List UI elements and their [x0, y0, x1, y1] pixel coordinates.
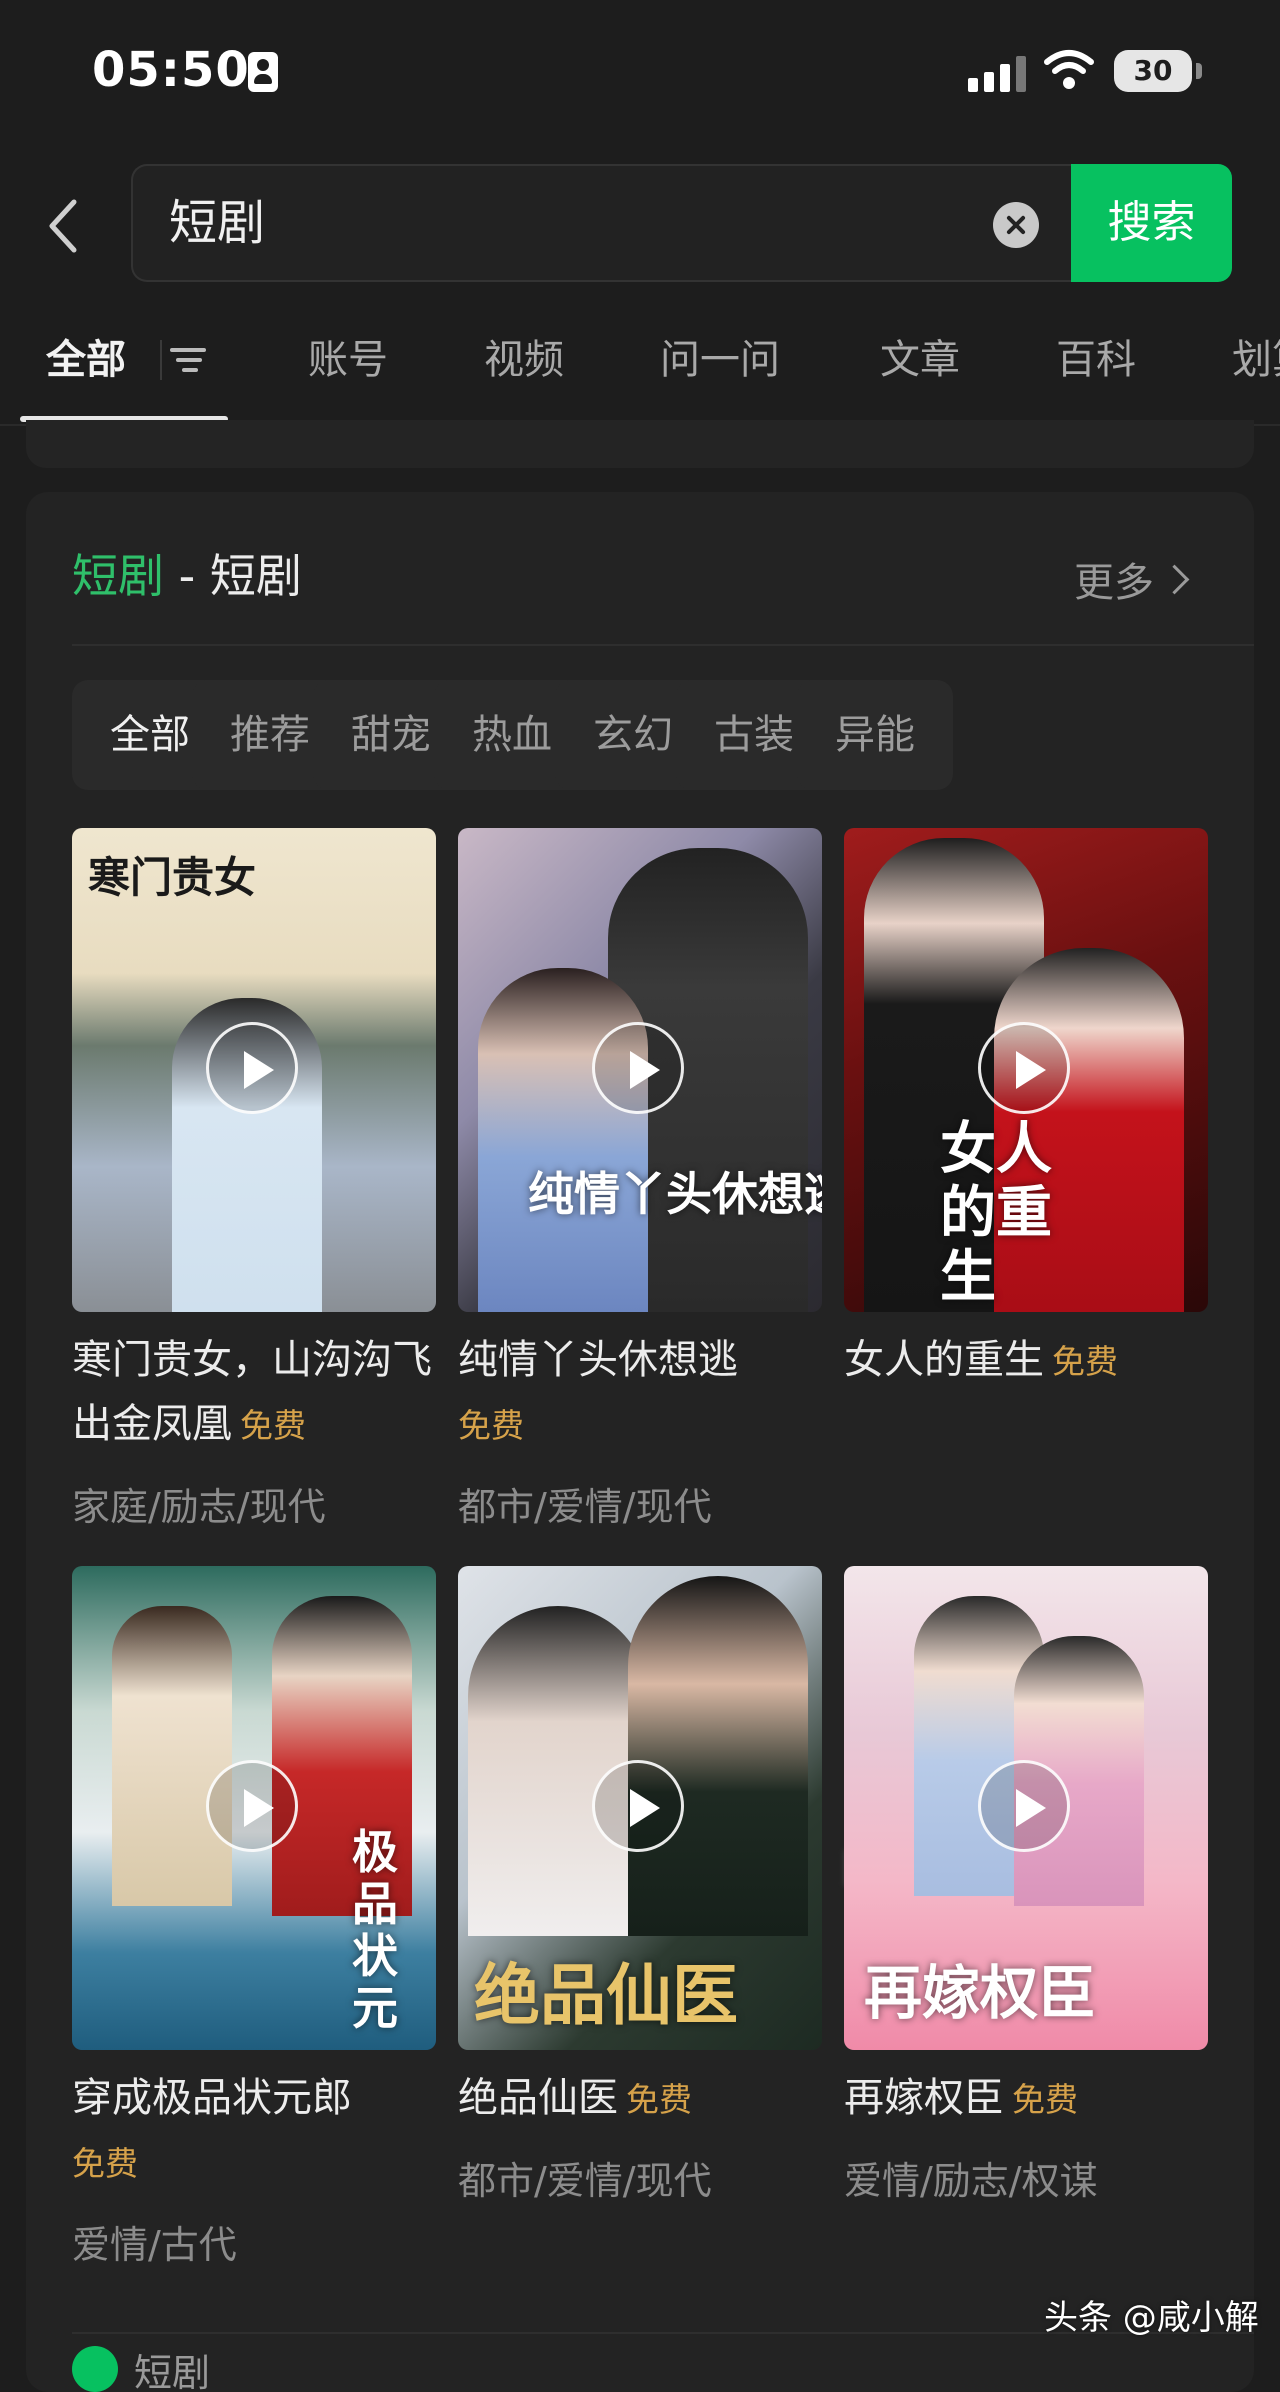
play-icon — [592, 1022, 684, 1114]
free-badge: 免费 — [1052, 1342, 1118, 1381]
play-icon — [978, 1022, 1070, 1114]
cellular-signal-icon — [968, 52, 1028, 92]
poster-thumbnail[interactable]: 极品状元 — [72, 1566, 436, 2050]
poster-title-text: 再嫁权臣 — [864, 1959, 1097, 2027]
poster-title-text: 女人的重生 — [940, 1117, 1052, 1310]
free-badge: 免费 — [626, 2080, 692, 2119]
poster-figure — [478, 968, 648, 1312]
status-bar: 05:50 30 — [0, 0, 1280, 140]
drama-title-text: 穿成极品状元郎 — [72, 2075, 352, 2121]
drama-title-text: 纯情丫头休想逃 — [458, 1337, 738, 1383]
drama-title: 女人的重生 免费 — [844, 1328, 1208, 1394]
wifi-icon — [1044, 50, 1094, 89]
search-input[interactable]: 短剧 — [131, 164, 1073, 282]
drama-title: 穿成极品状元郎 免费 — [72, 2066, 436, 2196]
free-badge: 免费 — [1012, 2080, 1078, 2119]
clear-icon[interactable] — [993, 202, 1039, 248]
previous-card-edge — [26, 420, 1254, 468]
poster-thumbnail[interactable]: 纯情丫头休想逃 — [458, 828, 822, 1312]
tab-accounts[interactable]: 账号 — [308, 320, 388, 400]
drama-genre: 都市/爱情/现代 — [458, 1485, 712, 1529]
search-button[interactable]: 搜索 — [1071, 164, 1232, 282]
battery-tip — [1196, 63, 1202, 79]
poster-thumbnail[interactable]: 再嫁权臣 — [844, 1566, 1208, 2050]
drama-title-text: 再嫁权臣 — [844, 2075, 1004, 2121]
free-badge: 免费 — [458, 1406, 524, 1445]
app-logo-icon — [72, 2346, 118, 2392]
drama-genre: 爱情/古代 — [72, 2223, 237, 2267]
battery-icon: 30 — [1114, 50, 1192, 92]
play-icon — [206, 1022, 298, 1114]
poster-title-text: 极品状元 — [352, 1825, 398, 2035]
poster-title-text: 纯情丫头休想逃 — [528, 1167, 822, 1221]
chevron-right-icon — [1159, 564, 1190, 595]
divider — [72, 644, 1254, 646]
poster-thumbnail[interactable]: 寒门贵女 — [72, 828, 436, 1312]
drama-title: 绝品仙医 免费 — [458, 2066, 822, 2132]
drama-genre: 家庭/励志/现代 — [72, 1485, 326, 1529]
poster-title-text: 寒门贵女 — [88, 853, 257, 902]
back-arrow-icon[interactable] — [44, 196, 84, 256]
poster-thumbnail[interactable]: 女人的重生 — [844, 828, 1208, 1312]
tab-ask[interactable]: 问一问 — [660, 320, 780, 400]
more-link[interactable]: 更多 — [1074, 550, 1190, 608]
drama-genre: 爱情/励志/权谋 — [844, 2159, 1098, 2203]
chip-supernatural[interactable]: 异能 — [797, 680, 953, 790]
card-title-rest: - 短剧 — [164, 549, 302, 603]
tab-all[interactable]: 全部 — [46, 320, 126, 400]
short-drama-card: 短剧 - 短剧 更多 全部 推荐 甜宠 热血 玄幻 古装 异能 寒门贵女 寒门贵… — [26, 492, 1254, 2392]
card-title-keyword: 短剧 — [72, 549, 164, 603]
filter-icon[interactable] — [160, 340, 206, 380]
poster-figure — [628, 1576, 808, 1936]
drama-title: 再嫁权臣 免费 — [844, 2066, 1208, 2132]
play-icon — [206, 1760, 298, 1852]
free-badge: 免费 — [240, 1406, 306, 1445]
drama-item[interactable]: 女人的重生 女人的重生 免费 — [844, 828, 1208, 1886]
free-badge: 免费 — [72, 2144, 138, 2183]
drama-item[interactable]: 纯情丫头休想逃 纯情丫头休想逃免费 都市/爱情/现代 — [458, 828, 822, 1529]
drama-genre: 都市/爱情/现代 — [458, 2159, 712, 2203]
more-label: 更多 — [1074, 560, 1154, 606]
tab-encyclopedia[interactable]: 百科 — [1056, 320, 1136, 400]
battery-level: 30 — [1133, 54, 1173, 87]
category-chips: 全部 推荐 甜宠 热血 玄幻 古装 异能 — [72, 680, 1254, 790]
drama-title: 寒门贵女，山沟沟飞出金凤凰 免费 — [72, 1328, 436, 1458]
poster-figure — [112, 1606, 232, 1906]
drama-item[interactable]: 绝品仙医 绝品仙医 免费 都市/爱情/现代 — [458, 1566, 822, 2203]
tab-videos[interactable]: 视频 — [484, 320, 564, 400]
tab-articles[interactable]: 文章 — [880, 320, 960, 400]
drama-title: 纯情丫头休想逃 免费 — [458, 1328, 822, 1458]
drama-title-text: 女人的重生 — [844, 1337, 1044, 1383]
card-title: 短剧 - 短剧 — [72, 540, 302, 606]
drama-item[interactable]: 再嫁权臣 再嫁权臣 免费 爱情/励志/权谋 — [844, 1566, 1208, 2203]
drama-title-text: 绝品仙医 — [458, 2075, 618, 2121]
search-query[interactable]: 短剧 — [169, 166, 265, 280]
drama-item[interactable]: 极品状元 穿成极品状元郎免费 爱情/古代 — [72, 1566, 436, 2267]
next-section-label: 短剧 — [134, 2351, 211, 2392]
tab-deals[interactable]: 划算 — [1232, 320, 1280, 400]
drama-item[interactable]: 寒门贵女 寒门贵女，山沟沟飞出金凤凰 免费 家庭/励志/现代 — [72, 828, 436, 1529]
poster-thumbnail[interactable]: 绝品仙医 — [458, 1566, 822, 2050]
contact-card-icon — [248, 52, 278, 92]
result-tabs: 全部 账号 视频 问一问 文章 百科 划算 — [0, 320, 1280, 426]
poster-title-text: 绝品仙医 — [474, 1957, 738, 2034]
watermark: 头条 @咸小解 — [1044, 2298, 1259, 2338]
status-time: 05:50 — [92, 42, 250, 98]
play-icon — [978, 1760, 1070, 1852]
play-icon — [592, 1760, 684, 1852]
